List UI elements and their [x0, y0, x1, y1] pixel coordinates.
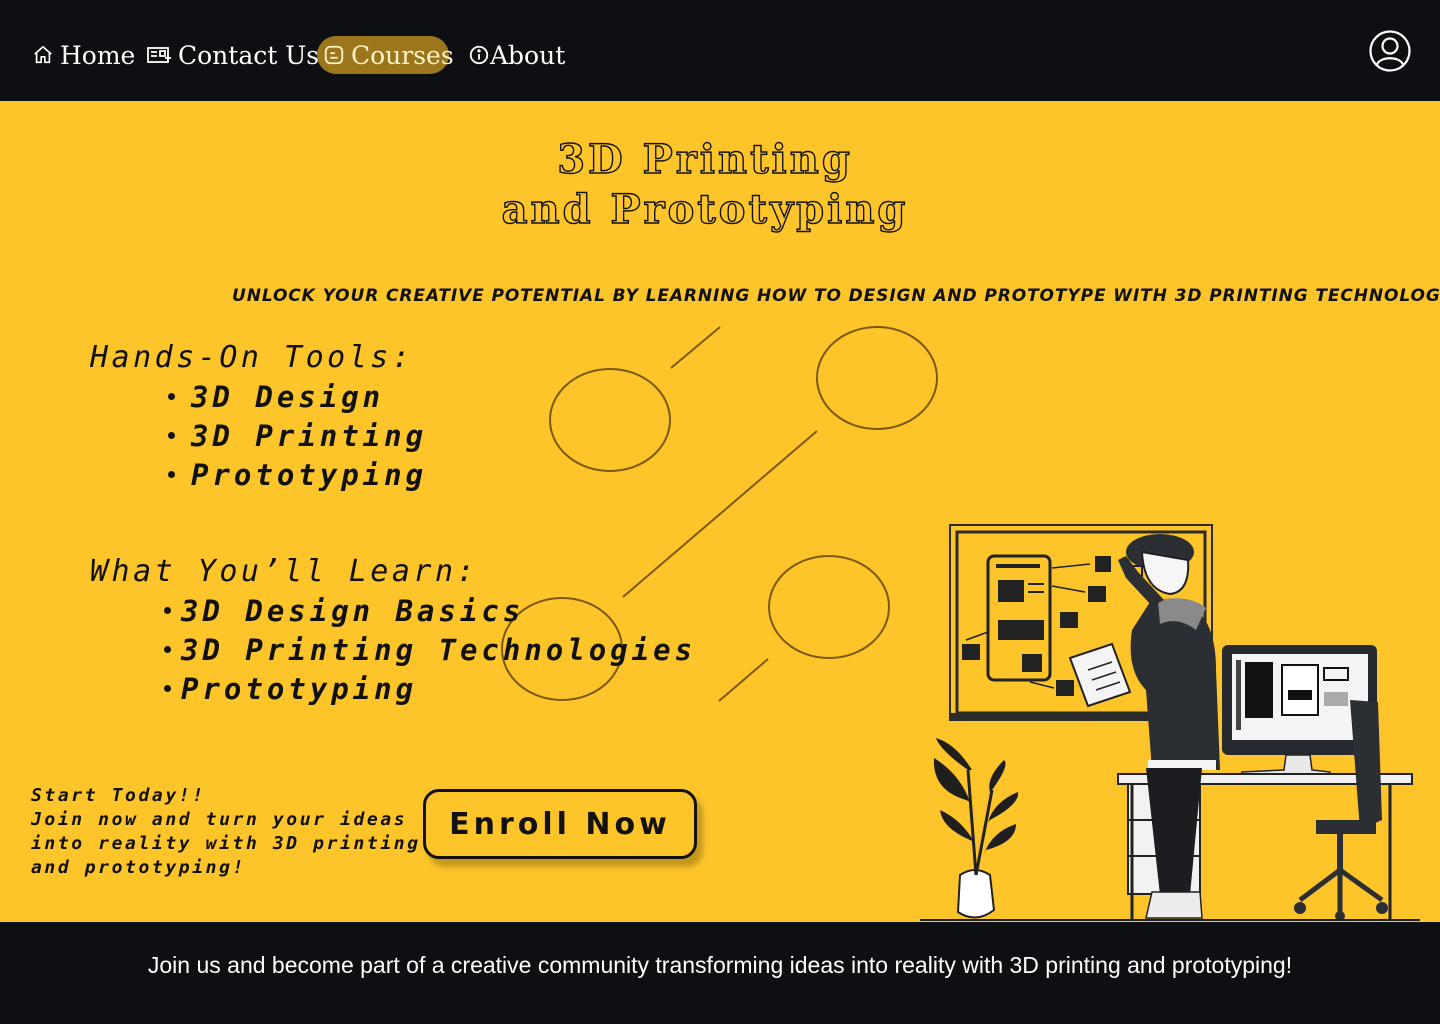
cta-text: Start Today!! Join now and turn your ide… — [31, 784, 431, 880]
bullet-icon — [168, 470, 175, 478]
list-item: Prototyping — [168, 458, 427, 492]
tools-heading: Hands-On Tools: — [90, 340, 414, 375]
cta-description: Join now and turn your ideas into realit… — [31, 809, 421, 878]
bullet-icon — [164, 645, 171, 653]
bullet-icon — [164, 684, 171, 692]
list-item: Prototyping — [164, 672, 417, 706]
designer-at-desk-illustration — [920, 524, 1420, 921]
list-item: 3D Design — [168, 380, 384, 414]
bullet-icon — [168, 392, 175, 400]
bullet-icon — [164, 606, 171, 614]
list-item: 3D Printing Technologies — [164, 633, 696, 667]
list-item: 3D Printing — [168, 419, 427, 453]
list-item: 3D Design Basics — [164, 594, 524, 628]
learn-heading: What You’ll Learn: — [90, 554, 479, 589]
footer: Join us and become part of a creative co… — [0, 922, 1440, 1024]
enroll-now-button[interactable]: Enroll Now — [423, 789, 697, 859]
bullet-icon — [168, 431, 175, 439]
footer-text: Join us and become part of a creative co… — [147, 952, 1293, 978]
cta-start-today: Start Today!! — [31, 785, 206, 806]
